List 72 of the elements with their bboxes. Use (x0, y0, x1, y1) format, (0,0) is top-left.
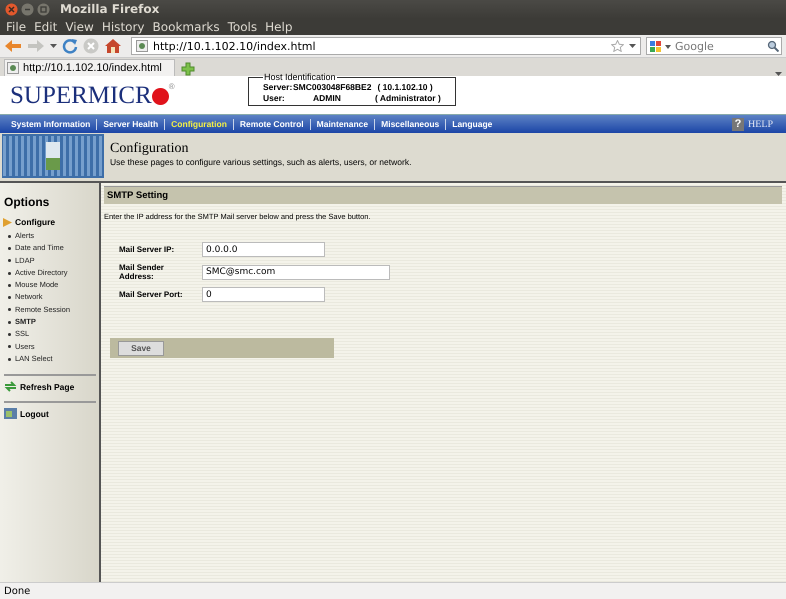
status-text: Done (0, 582, 786, 599)
menu-item[interactable]: Bookmarks (148, 20, 224, 34)
page-description: Use these pages to configure various settings, such as alerts, users, or network. (110, 157, 412, 167)
nav-tab[interactable]: Configuration (165, 119, 233, 129)
dropdown-caret-icon[interactable] (629, 44, 636, 48)
back-arrow-icon[interactable] (4, 39, 22, 53)
bullet-icon (8, 246, 11, 250)
home-icon[interactable] (104, 38, 122, 54)
maximize-icon[interactable] (37, 2, 50, 16)
menu-item[interactable]: File (2, 20, 30, 34)
bullet-icon (8, 296, 11, 300)
bullet-icon (8, 333, 11, 336)
user-name: ADMIN (312, 93, 342, 104)
section-title-bar: SMTP Setting (104, 186, 782, 204)
bullet-icon (8, 308, 11, 312)
browser-tab[interactable]: http://10.1.102.10/index.html (4, 59, 175, 76)
sidebar-section[interactable]: Configure (0, 217, 99, 227)
address-field[interactable]: http://10.1.102.10/index.html (131, 37, 641, 55)
bullet-icon (8, 234, 11, 238)
help-icon[interactable]: ? (732, 118, 744, 130)
bullet-icon (8, 345, 11, 348)
bullet-icon (8, 320, 11, 324)
refresh-arrows-icon (4, 381, 17, 392)
field-label: Mail Server IP: (119, 245, 176, 254)
triangle-right-icon (3, 218, 12, 226)
menu-item[interactable]: Tools (224, 20, 262, 34)
field-label: Mail Server Port: (119, 290, 184, 299)
logout-icon (4, 408, 17, 420)
search-box[interactable]: Google (646, 37, 782, 55)
close-icon[interactable] (5, 2, 18, 16)
nav-tab[interactable]: System Information (5, 119, 96, 129)
menu-item[interactable]: Help (261, 20, 296, 34)
search-icon[interactable] (767, 40, 779, 52)
page-title: Configuration (110, 141, 190, 157)
input-field[interactable]: 0.0.0.0 (202, 242, 325, 257)
bullet-icon (8, 272, 11, 275)
search-engine-icon[interactable] (649, 39, 673, 53)
server-name: SMC003048F68BE2 (293, 82, 372, 93)
server-ip: ( 10.1.102.10 ) (377, 82, 433, 93)
nav-tab[interactable]: Server Health (97, 119, 164, 129)
field-label: Mail Sender Address: (119, 263, 165, 281)
nav-tab[interactable]: Remote Control (234, 119, 310, 129)
user-label: User: (263, 93, 286, 104)
star-icon[interactable] (611, 40, 624, 52)
input-field[interactable]: SMC@smc.com (202, 264, 390, 280)
registered-mark: ® (168, 82, 175, 91)
user-role: ( Administrator ) (375, 93, 441, 104)
page-icon (7, 62, 19, 74)
bullet-icon (8, 259, 11, 262)
input-field[interactable]: 0 (202, 287, 325, 302)
dropdown-caret-icon[interactable] (50, 44, 57, 48)
sidebar-action[interactable]: Refresh Page (0, 381, 99, 392)
bullet-icon (8, 358, 11, 361)
reload-icon[interactable] (62, 38, 78, 54)
server-label: Server: (263, 82, 289, 93)
help-link[interactable]: HELP (748, 118, 773, 130)
menu-item[interactable]: History (98, 20, 149, 34)
sidebar-heading: Options (3, 195, 50, 209)
nav-tab[interactable]: Maintenance (310, 119, 374, 129)
sidebar-action[interactable]: Logout (0, 408, 99, 420)
new-tab-plus-icon[interactable] (180, 62, 195, 76)
save-button[interactable]: Save (118, 340, 164, 356)
nav-tab[interactable]: Miscellaneous (375, 119, 446, 129)
menu-item[interactable]: Edit (30, 20, 62, 34)
host-legend: Host Identification (263, 72, 337, 82)
nav-tab[interactable]: Language (446, 119, 498, 129)
window-title: Mozilla Firefox (60, 2, 160, 16)
logo-text: SUPERMICR (10, 82, 152, 110)
menu-item[interactable]: View (61, 20, 98, 34)
bullet-icon (8, 284, 11, 287)
logo-circle-icon (152, 88, 169, 104)
minimize-icon[interactable] (21, 2, 34, 16)
